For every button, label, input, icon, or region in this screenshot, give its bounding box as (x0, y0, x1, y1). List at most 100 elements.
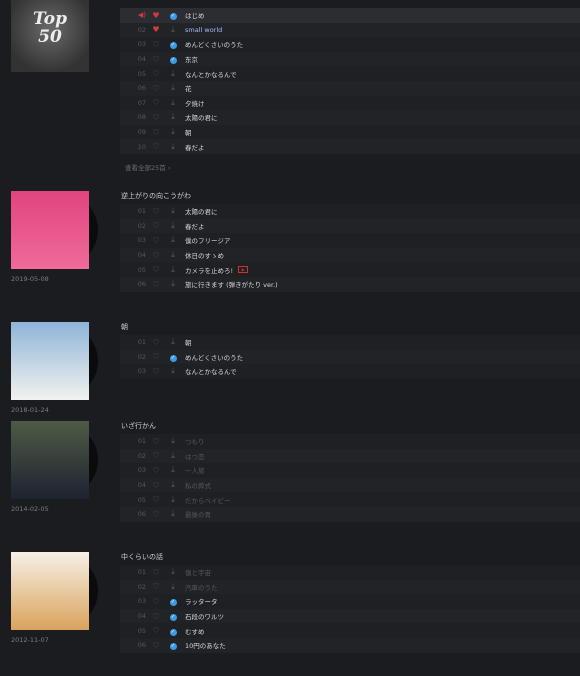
download-icon[interactable]: ⤓ (166, 69, 180, 79)
track-row[interactable]: 04 ♡ ✓ 石段のワルツ (120, 608, 580, 624)
download-icon[interactable]: ⤓ (166, 480, 180, 490)
download-icon[interactable]: ⤓ (166, 25, 180, 35)
track-row[interactable]: 05 ♡ ⤓ だからベイビー (120, 492, 580, 507)
track-row[interactable]: 02 ♡ ⤓ 汽車のうた (120, 579, 580, 595)
album-cover[interactable] (11, 322, 89, 400)
download-icon[interactable]: ⤓ (166, 436, 180, 446)
download-icon[interactable]: ⤓ (166, 221, 180, 231)
heart-icon[interactable]: ♡ (149, 98, 163, 107)
track-row[interactable]: 04 ♡ ⤓ 休日のすゝめ (120, 247, 580, 263)
heart-icon[interactable]: ♡ (149, 40, 163, 49)
track-row[interactable]: 03 ♡ ⤓ 僕のフリージア (120, 233, 580, 248)
heart-icon[interactable]: ♡ (149, 236, 163, 245)
album-cover[interactable] (11, 552, 89, 630)
download-icon[interactable]: ⤓ (166, 495, 180, 505)
heart-icon[interactable]: ♡ (149, 481, 163, 490)
heart-icon[interactable]: ♡ (149, 451, 163, 460)
mv-icon[interactable]: ▶ (238, 266, 249, 274)
track-row[interactable]: 01 ♡ ⤓ 朝 (120, 335, 580, 350)
heart-icon[interactable]: ♡ (149, 84, 163, 93)
heart-icon[interactable]: ♡ (149, 612, 163, 621)
download-icon[interactable]: ⤓ (166, 279, 180, 289)
track-row[interactable]: 04 ♡ ✓ 东京 (120, 51, 580, 67)
download-icon[interactable]: ⤓ (166, 337, 180, 347)
heart-icon[interactable]: ♡ (149, 207, 163, 216)
track-number: 06 (137, 641, 146, 650)
heart-icon[interactable]: ♡ (149, 280, 163, 289)
heart-icon[interactable]: ♥ (149, 25, 163, 34)
track-row[interactable]: 02 ♥ ⤓ small world (120, 22, 580, 38)
album-title[interactable]: 朝 (121, 322, 128, 332)
heart-icon[interactable]: ♡ (149, 221, 163, 230)
album-title[interactable]: 中くらいの話 (121, 552, 163, 562)
heart-icon[interactable]: ♡ (149, 55, 163, 64)
heart-icon[interactable]: ♥ (149, 11, 163, 20)
heart-icon[interactable]: ♡ (149, 352, 163, 361)
download-icon[interactable]: ⤓ (166, 509, 180, 519)
track-row[interactable]: 06 ♡ ⤓ 旅に行きます (弾きがたり ver.) (120, 276, 580, 292)
download-icon[interactable]: ⤓ (166, 98, 180, 108)
track-row[interactable]: 04 ♡ ⤓ 私の葬式 (120, 477, 580, 493)
track-row[interactable]: 06 ♡ ⤓ 最後の青 (120, 506, 580, 522)
track-row[interactable]: 05 ♡ ⤓ なんとかなるんで (120, 66, 580, 81)
download-icon[interactable]: ⤓ (166, 265, 180, 275)
track-row[interactable]: 02 ♡ ⤓ はつ恋 (120, 448, 580, 464)
track-row[interactable]: 01 ♡ ⤓ つもり (120, 434, 580, 449)
track-row[interactable]: 03 ♡ ✓ ラッタータ (120, 594, 580, 609)
track-row[interactable]: 03 ♡ ⤓ なんとかなるんで (120, 364, 580, 379)
download-icon[interactable]: ⤓ (166, 235, 180, 245)
download-icon[interactable]: ⤓ (166, 567, 180, 577)
track-number: 03 (137, 597, 146, 606)
track-row[interactable]: 05 ♡ ✓ むすめ (120, 623, 580, 638)
track-row[interactable]: 08 ♡ ⤓ 太陽の君に (120, 110, 580, 125)
heart-icon[interactable]: ♡ (149, 251, 163, 260)
download-icon[interactable]: ⤓ (166, 142, 180, 152)
track-row[interactable]: 03 ♡ ⤓ 一人旅 (120, 463, 580, 478)
heart-icon[interactable]: ♡ (149, 641, 163, 650)
download-icon[interactable]: ⤓ (166, 250, 180, 260)
track-row[interactable]: 03 ♡ ✓ めんどくさいのうた (120, 37, 580, 52)
download-icon[interactable]: ⤓ (166, 206, 180, 216)
track-row[interactable]: 06 ♡ ✓ 10円のあなた (120, 637, 580, 653)
heart-icon[interactable]: ♡ (149, 128, 163, 137)
heart-icon[interactable]: ♡ (149, 495, 163, 504)
download-icon[interactable]: ⤓ (166, 366, 180, 376)
track-row[interactable]: 01 ♡ ⤓ 太陽の君に (120, 204, 580, 219)
heart-icon[interactable]: ♡ (149, 69, 163, 78)
download-icon[interactable]: ⤓ (166, 83, 180, 93)
heart-icon[interactable]: ♡ (149, 113, 163, 122)
album-title[interactable]: 逆上がりの向こうがわ (121, 191, 191, 201)
download-icon[interactable]: ⤓ (166, 465, 180, 475)
heart-icon[interactable]: ♡ (149, 582, 163, 591)
download-icon[interactable]: ⤓ (166, 127, 180, 137)
track-row[interactable]: 05 ♡ ⤓ カメラを止めろ! ▶ (120, 262, 580, 277)
track-row[interactable]: 06 ♡ ⤓ 花 (120, 80, 580, 96)
album-track-list: 01 ♡ ⤓ 太陽の君に 02 ♡ ⤓ 春だよ 03 ♡ ⤓ 僕のフリージア 04 ♡ ⤓ 休日のすゝめ 05 ♡… (120, 204, 580, 292)
download-icon[interactable]: ⤓ (166, 582, 180, 592)
album-title[interactable]: いざ行かん (121, 421, 156, 431)
track-row[interactable]: 10 ♡ ⤓ 春だよ (120, 139, 580, 154)
heart-icon[interactable]: ♡ (149, 568, 163, 577)
heart-icon[interactable]: ♡ (149, 437, 163, 446)
album-cover[interactable] (11, 421, 89, 499)
track-row[interactable]: 09 ♡ ⤓ 朝 (120, 125, 580, 140)
heart-icon[interactable]: ♡ (149, 142, 163, 151)
track-row[interactable]: 07 ♡ ⤓ 夕焼け (120, 96, 580, 111)
download-icon[interactable]: ⤓ (166, 451, 180, 461)
heart-icon[interactable]: ♡ (149, 367, 163, 376)
track-row[interactable]: 02 ♡ ⤓ 春だよ (120, 218, 580, 234)
heart-icon[interactable]: ♡ (149, 338, 163, 347)
heart-icon[interactable]: ♡ (149, 597, 163, 606)
heart-icon[interactable]: ♡ (149, 466, 163, 475)
track-row[interactable]: 02 ♡ ✓ めんどくさいのうた (120, 349, 580, 365)
view-all-link[interactable]: 查看全部25首 › (125, 162, 170, 172)
track-row[interactable]: 01 ♡ ⤓ 僕と宇宙 (120, 565, 580, 580)
heart-icon[interactable]: ♡ (149, 626, 163, 635)
track-number: 02 (137, 221, 146, 230)
download-icon[interactable]: ⤓ (166, 112, 180, 122)
track-title: 一人旅 (185, 467, 205, 476)
album-cover[interactable] (11, 191, 89, 269)
track-row[interactable]: ◀) ♥ ✓ はじめ (120, 8, 580, 23)
heart-icon[interactable]: ♡ (149, 510, 163, 519)
heart-icon[interactable]: ♡ (149, 265, 163, 274)
